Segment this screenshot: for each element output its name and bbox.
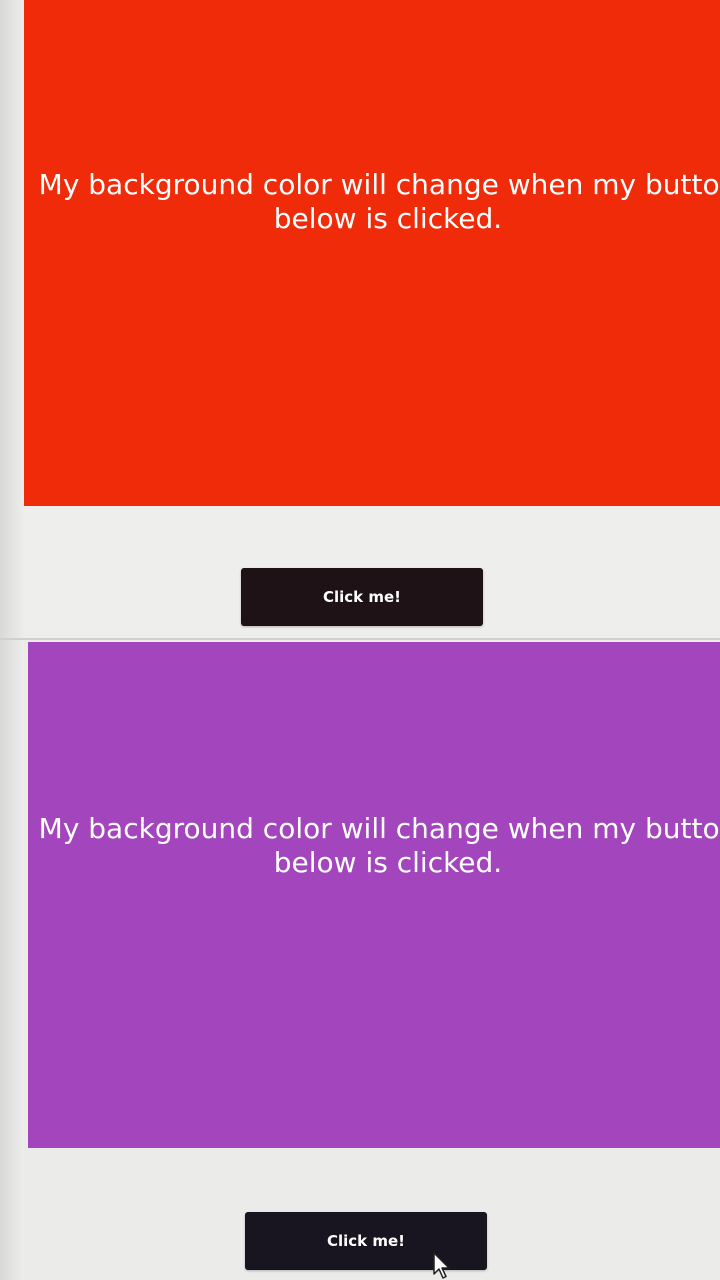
color-changing-box — [24, 0, 720, 506]
click-me-button[interactable]: Click me! — [241, 568, 483, 626]
color-changing-box — [28, 642, 720, 1148]
screenshot-after-click: My background color will change when my … — [0, 640, 720, 1280]
mouse-pointer-icon — [433, 1252, 450, 1279]
page-edge — [0, 0, 24, 640]
box-message: My background color will change when my … — [38, 812, 720, 879]
screenshot-before-click: My background color will change when my … — [0, 0, 720, 640]
page-edge — [0, 640, 24, 1280]
box-message: My background color will change when my … — [38, 168, 720, 235]
